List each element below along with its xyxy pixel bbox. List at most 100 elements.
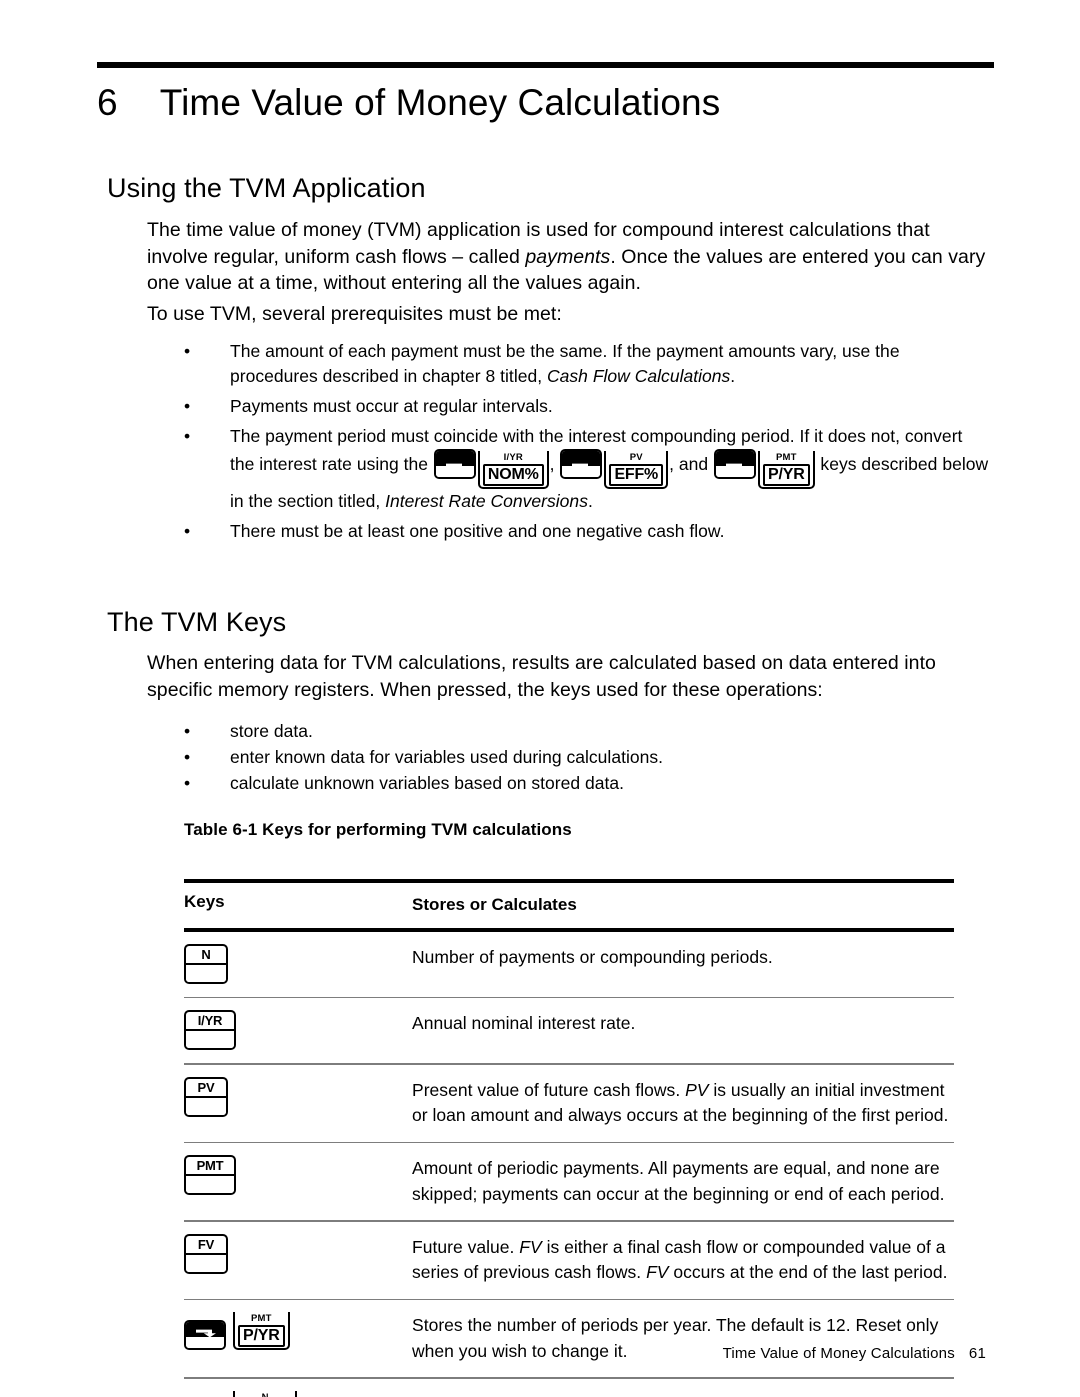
footer-title: Time Value of Money Calculations (722, 1345, 955, 1362)
eff-key-main-label: EFF% (609, 464, 664, 486)
nom-key-top-label: I/YR (503, 452, 523, 463)
bullet-icon: • (184, 521, 191, 541)
table-caption-text: Keys for performing TVM calculations (262, 820, 572, 839)
key-shift-graphic (714, 449, 756, 486)
xpyr-key-top-label: N (261, 1391, 269, 1397)
key-iyr: I/YR (184, 1010, 236, 1050)
list-item: • calculate unknown variables based on s… (184, 771, 884, 796)
table-cell-key: N (184, 943, 412, 984)
page-footer: Time Value of Money Calculations 61 (723, 1345, 986, 1362)
eff-key: PV EFF% (604, 451, 669, 489)
pyr-key-main-label: P/YR (238, 1325, 285, 1347)
bullet-icon: • (184, 396, 191, 416)
pyr-key: PMT P/YR (758, 451, 815, 489)
table-caption-label: Table 6-1 (184, 820, 258, 839)
key-pmt-label: PMT (186, 1157, 234, 1176)
shift-key (433, 449, 476, 479)
key-n-label: N (186, 946, 226, 965)
key-separator-2: , and (669, 454, 713, 474)
pyr-key-top-label: PMT (775, 452, 797, 463)
chapter-heading: 6 Time Value of Money Calculations (97, 82, 997, 138)
desc-italic: PV (685, 1079, 709, 1100)
nom-key: I/YR NOM% (477, 451, 549, 489)
bullet-icon: • (184, 426, 191, 446)
table-row: PV Present value of future cash flows. P… (184, 1065, 954, 1142)
bullet-text: There must be at least one positive and … (230, 521, 725, 541)
key-iyr-body (186, 1031, 234, 1048)
bullet-text-italic: Interest Rate Conversions (385, 491, 588, 511)
list-item: • enter known data for variables used du… (184, 745, 884, 770)
desc-c: occurs at the end of the last period. (668, 1262, 948, 1282)
prerequisites-list: • The amount of each payment must be the… (184, 339, 989, 549)
key-n-body (186, 964, 226, 982)
key-eff-graphic: PV EFF% (604, 451, 669, 489)
pyr-key-main-label: P/YR (763, 464, 810, 486)
table-row: FV Future value. FV is either a final ca… (184, 1222, 954, 1299)
table-cell-description: Optional shortcut for storing N: number … (412, 1390, 954, 1397)
section-heading-tvm-keys: The TVM Keys (107, 607, 287, 637)
key-combo-xpyr: N ×P/YR (184, 1390, 412, 1397)
key-shift-graphic (560, 449, 603, 486)
bullet-text: calculate unknown variables based on sto… (230, 773, 625, 793)
paragraph-prereq-lead: To use TVM, several prerequisites must b… (147, 303, 562, 325)
bullet-icon: • (184, 747, 191, 767)
table-row: N ×P/YR Optional shortcut for storing N:… (184, 1379, 954, 1397)
document-page: 6 Time Value of Money Calculations Using… (0, 0, 1080, 1397)
bullet-icon: • (184, 341, 191, 361)
paragraph-intro: The time value of money (TVM) applicatio… (147, 217, 987, 297)
key-pmt: PMT (184, 1155, 236, 1195)
desc-italic: N (632, 1394, 645, 1397)
section-heading-using-tvm: Using the TVM Application (107, 173, 426, 203)
list-item: • The payment period must coincide with … (184, 424, 989, 514)
key-pyr-graphic: PMT P/YR (758, 451, 815, 489)
table-header-keys: Keys (184, 892, 225, 911)
table-row: N Number of payments or compounding peri… (184, 932, 954, 997)
eff-key-top-label: PV (629, 452, 643, 463)
table-cell-description: Present value of future cash flows. PV i… (412, 1076, 954, 1129)
keys-operations-list: • store data. • enter known data for var… (184, 719, 884, 797)
key-n: N (184, 943, 228, 984)
desc-italic-2: FV (646, 1262, 669, 1282)
key-pv: PV (184, 1076, 228, 1117)
shift-key-bottom (562, 466, 601, 477)
key-fv: FV (184, 1233, 228, 1274)
bullet-icon: • (184, 773, 191, 793)
tvm-keys-table: Keys Stores or Calculates N Number of pa… (184, 879, 954, 1397)
shift-key (184, 1320, 226, 1350)
table-caption: Table 6-1 Keys for performing TVM calcul… (184, 820, 572, 840)
bullet-icon: • (184, 721, 191, 741)
bullet-text: Payments must occur at regular intervals… (230, 396, 553, 416)
key-fv-label: FV (186, 1236, 226, 1255)
table-cell-key: PV (184, 1076, 412, 1117)
key-combo-pyr: PMT P/YR (184, 1312, 412, 1350)
bullet-text: enter known data for variables used duri… (230, 747, 664, 767)
table-cell-key: PMT P/YR (184, 1311, 412, 1350)
key-nom-graphic: I/YR NOM% (477, 451, 549, 489)
chapter-number: 6 (97, 82, 118, 123)
list-item: • store data. (184, 719, 884, 744)
pyr-key-top-label: PMT (250, 1313, 272, 1324)
desc-a: Future value. (412, 1236, 520, 1257)
bullet-text-c: . (587, 491, 593, 511)
table-header-desc: Stores or Calculates (412, 895, 577, 914)
table-cell-description: Amount of periodic payments. All payment… (412, 1158, 945, 1204)
pyr-key: PMT P/YR (233, 1312, 290, 1350)
table-header-row: Keys Stores or Calculates (184, 883, 954, 928)
shift-key-bottom (186, 1337, 224, 1348)
bullet-text-b: . (730, 366, 736, 386)
footer-page-number: 61 (968, 1345, 986, 1362)
table-cell-key: I/YR (184, 1009, 412, 1050)
table-cell-description: Number of payments or compounding period… (412, 946, 773, 967)
key-separator-1: , (549, 454, 560, 474)
table-cell-key: PMT (184, 1154, 412, 1195)
shift-down-arrow-icon (571, 454, 595, 472)
shift-key (560, 449, 603, 479)
shift-down-arrow-icon (445, 454, 469, 472)
xpyr-key: N ×P/YR (233, 1390, 298, 1397)
paragraph-keys-intro: When entering data for TVM calculations,… (147, 652, 936, 701)
bullet-text: store data. (230, 721, 313, 741)
list-item: • Payments must occur at regular interva… (184, 394, 989, 419)
bullet-text-italic: Cash Flow Calculations (547, 366, 731, 386)
key-pmt-body (186, 1176, 234, 1193)
intro-text-italic: payments (525, 245, 611, 268)
